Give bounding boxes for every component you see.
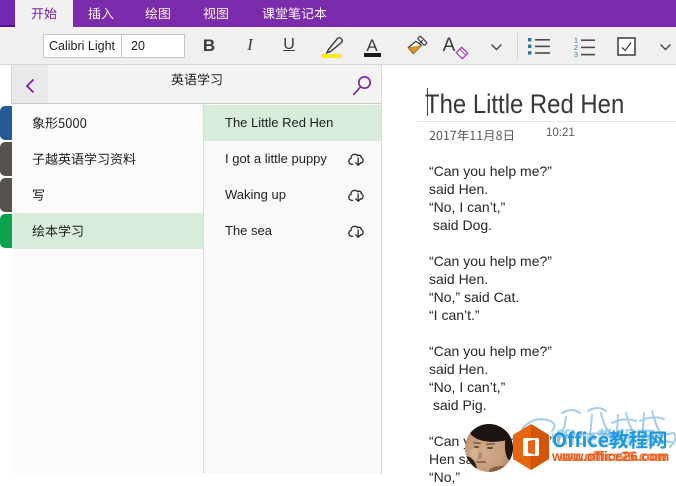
svg-text:3: 3 <box>574 50 578 57</box>
